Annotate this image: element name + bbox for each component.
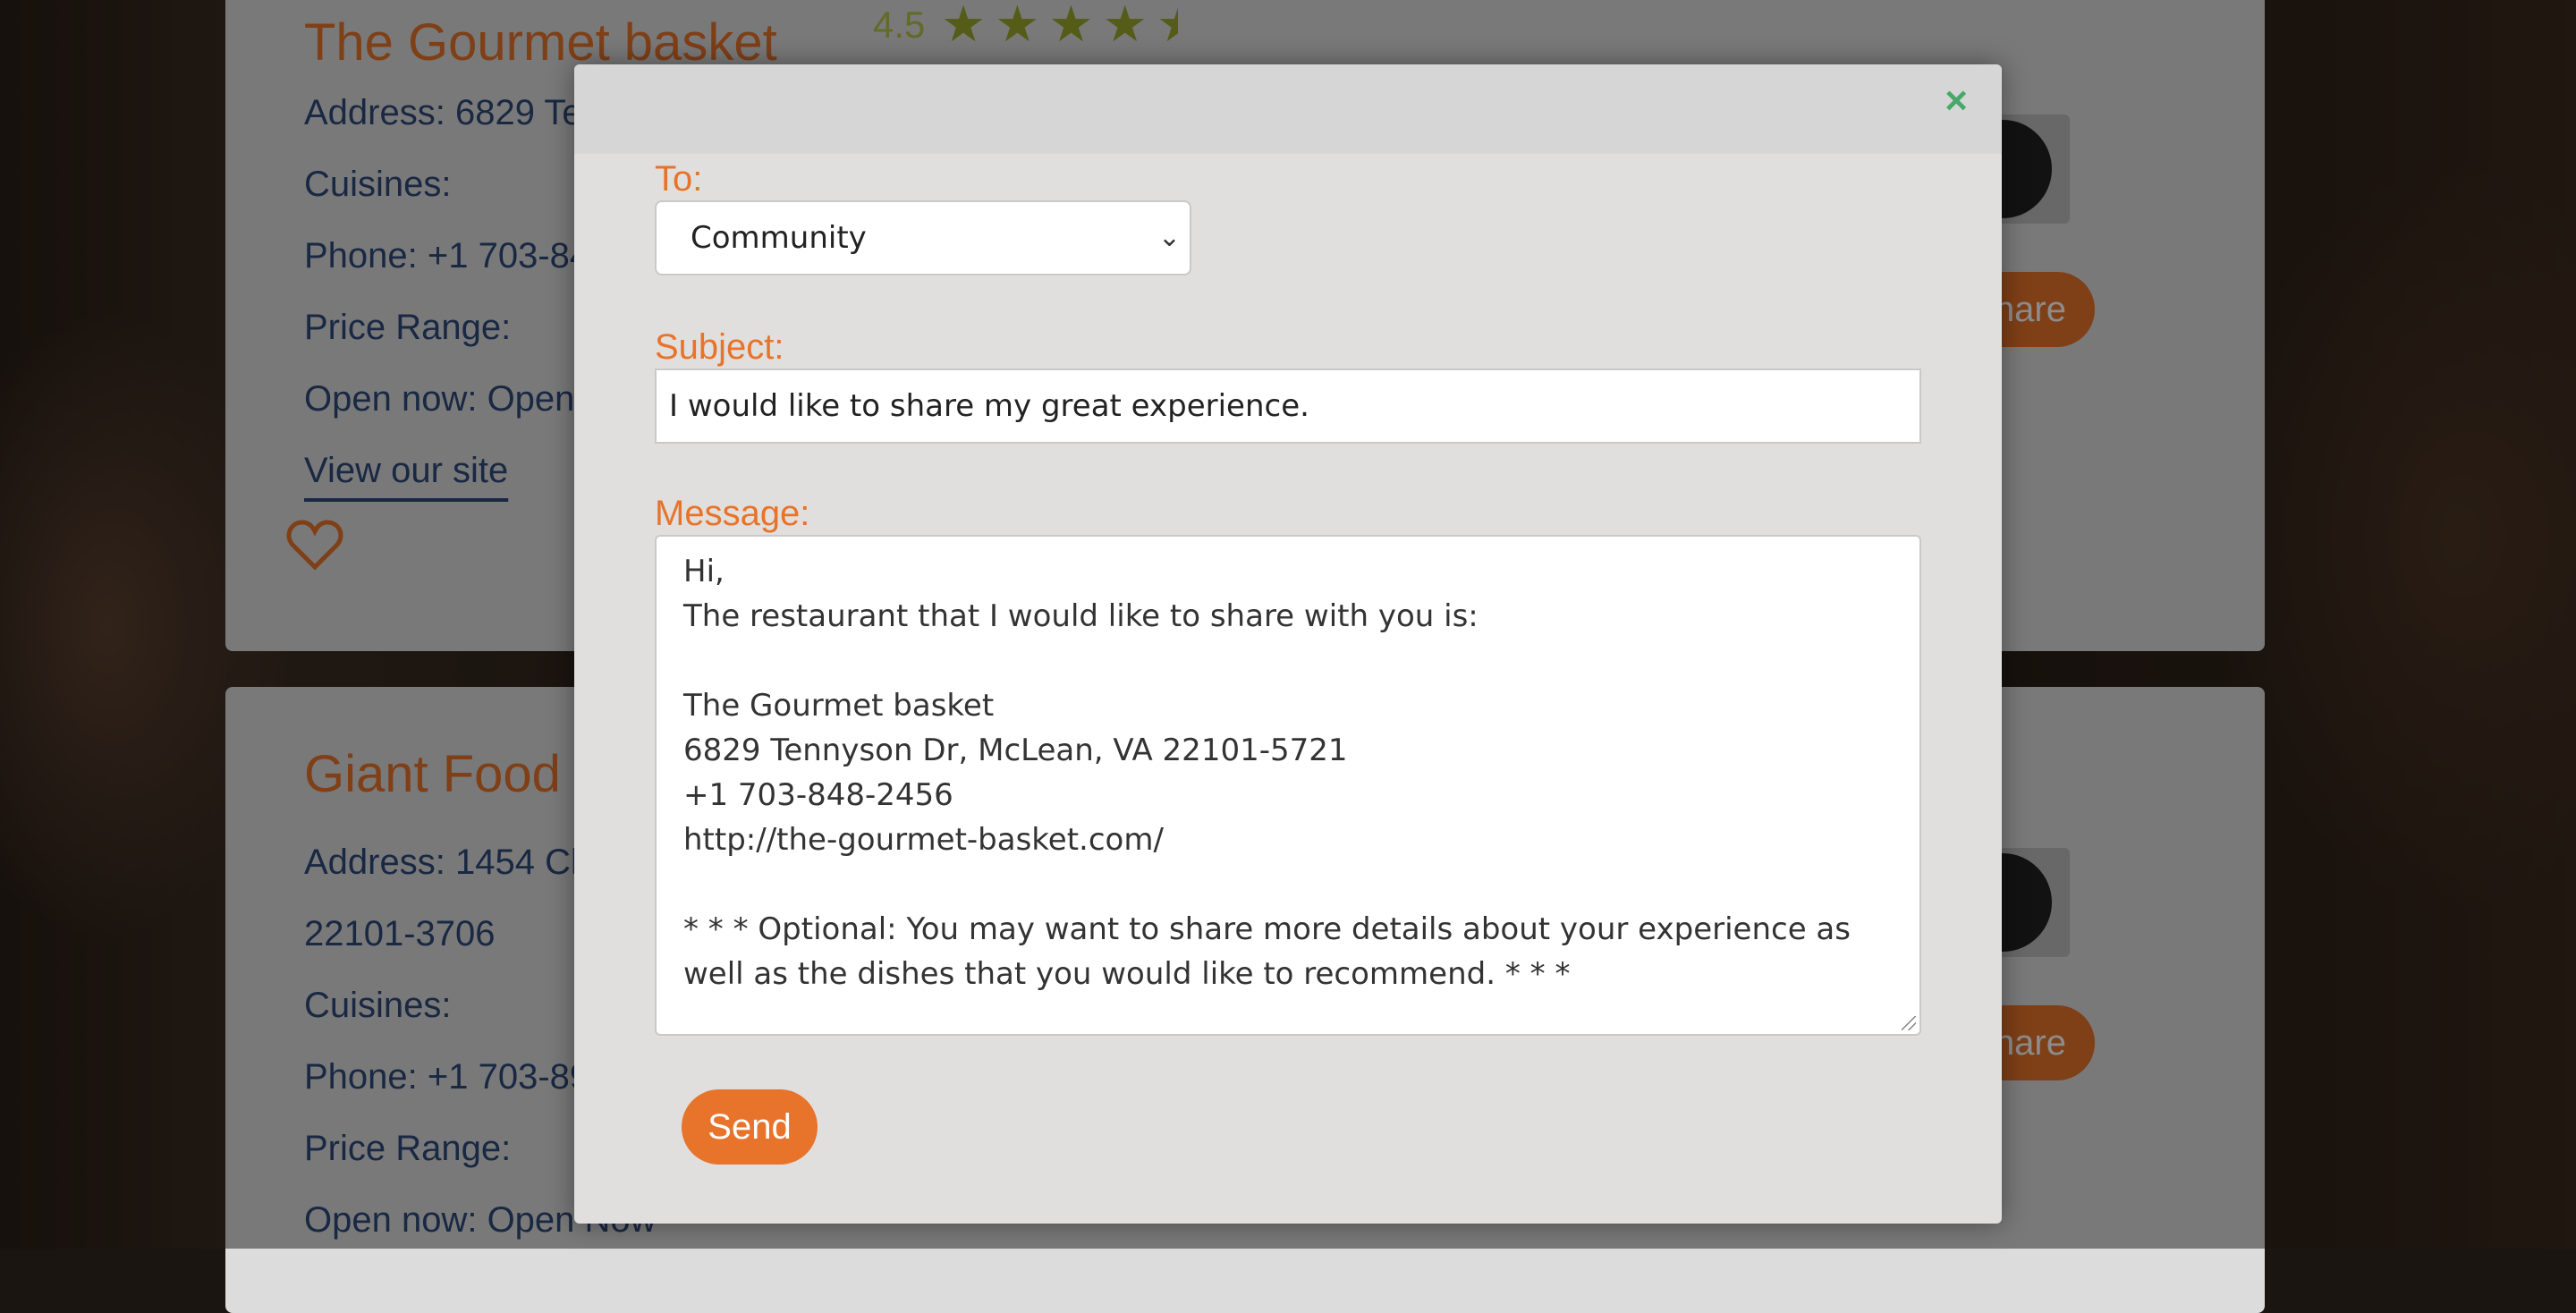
close-icon[interactable]: × — [1945, 79, 1968, 123]
recipient-selected-value: Community — [691, 220, 867, 256]
subject-label: Subject: — [655, 327, 784, 367]
message-label: Message: — [655, 494, 810, 533]
share-email-modal: × To: Community ⌄ Subject: I would like … — [574, 64, 2002, 1224]
chevron-down-icon: ⌄ — [1157, 222, 1181, 253]
recipient-select[interactable]: Community ⌄ — [655, 200, 1191, 275]
message-textarea[interactable]: Hi, The restaurant that I would like to … — [655, 535, 1921, 1036]
modal-header — [574, 64, 2002, 154]
to-label: To: — [655, 159, 703, 199]
message-text: Hi, The restaurant that I would like to … — [683, 554, 1851, 992]
subject-input[interactable]: I would like to share my great experienc… — [655, 368, 1921, 444]
resize-handle[interactable] — [1902, 1016, 1916, 1030]
send-button[interactable]: Send — [682, 1089, 818, 1165]
